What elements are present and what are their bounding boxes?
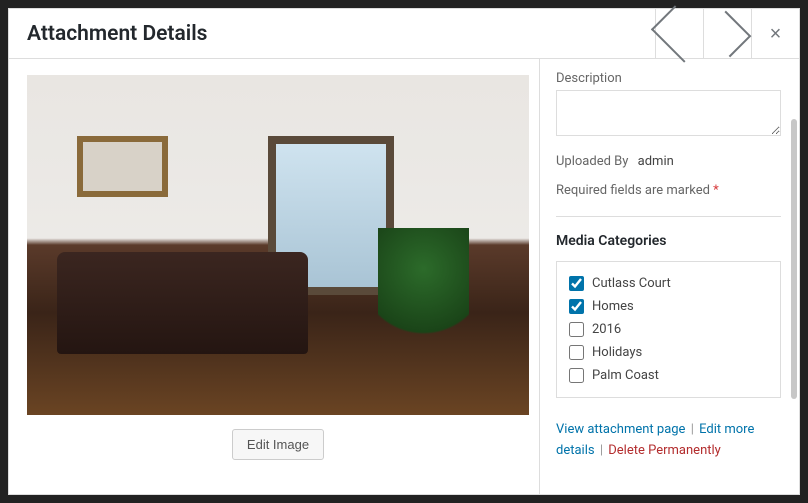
link-separator: | xyxy=(600,443,603,458)
category-row[interactable]: 2016 xyxy=(569,318,770,341)
uploaded-by-row: Uploaded By admin xyxy=(556,154,781,169)
modal-header: Attachment Details × xyxy=(9,9,799,59)
category-label: Palm Coast xyxy=(592,368,659,383)
media-categories-box: Cutlass Court Homes 2016 Holidays xyxy=(556,261,781,398)
link-separator: | xyxy=(691,422,694,437)
attachment-details-modal: Attachment Details × xyxy=(8,8,800,495)
description-field[interactable] xyxy=(556,90,781,136)
category-checkbox-palm-coast[interactable] xyxy=(569,368,584,383)
prev-button[interactable] xyxy=(655,9,703,58)
category-checkbox-2016[interactable] xyxy=(569,322,584,337)
scrollbar[interactable] xyxy=(791,119,797,399)
image-decoration xyxy=(77,136,167,197)
category-label: Holidays xyxy=(592,345,642,360)
delete-permanently-link[interactable]: Delete Permanently xyxy=(608,443,721,458)
modal-body: Edit Image Description Uploaded By admin… xyxy=(9,59,799,494)
attachment-links: View attachment page | Edit more details… xyxy=(556,420,781,462)
category-label: Homes xyxy=(592,299,634,314)
details-panel: Description Uploaded By admin Required f… xyxy=(539,59,799,494)
category-row[interactable]: Homes xyxy=(569,295,770,318)
view-attachment-link[interactable]: View attachment page xyxy=(556,422,685,437)
divider xyxy=(556,216,781,217)
category-row[interactable]: Cutlass Court xyxy=(569,272,770,295)
category-checkbox-holidays[interactable] xyxy=(569,345,584,360)
image-decoration xyxy=(378,228,468,364)
attachment-preview xyxy=(27,75,529,415)
required-asterisk: * xyxy=(713,183,719,198)
uploaded-by-value: admin xyxy=(638,154,674,169)
media-categories-title: Media Categories xyxy=(556,233,781,249)
close-icon: × xyxy=(770,24,782,44)
image-panel: Edit Image xyxy=(9,59,539,494)
required-note: Required fields are marked * xyxy=(556,183,781,198)
header-controls: × xyxy=(655,9,799,58)
modal-title: Attachment Details xyxy=(27,22,207,46)
category-checkbox-homes[interactable] xyxy=(569,299,584,314)
description-label: Description xyxy=(556,71,781,86)
category-row[interactable]: Holidays xyxy=(569,341,770,364)
chevron-left-icon xyxy=(651,5,708,62)
category-label: 2016 xyxy=(592,322,621,337)
chevron-right-icon xyxy=(704,10,751,57)
category-row[interactable]: Palm Coast xyxy=(569,364,770,387)
category-checkbox-cutlass-court[interactable] xyxy=(569,276,584,291)
modal-backdrop: Attachment Details × xyxy=(0,0,808,503)
category-label: Cutlass Court xyxy=(592,276,671,291)
attachment-image xyxy=(27,75,529,415)
edit-image-button[interactable]: Edit Image xyxy=(232,429,324,460)
next-button[interactable] xyxy=(703,9,751,58)
uploaded-by-label: Uploaded By xyxy=(556,154,628,169)
close-button[interactable]: × xyxy=(751,9,799,58)
